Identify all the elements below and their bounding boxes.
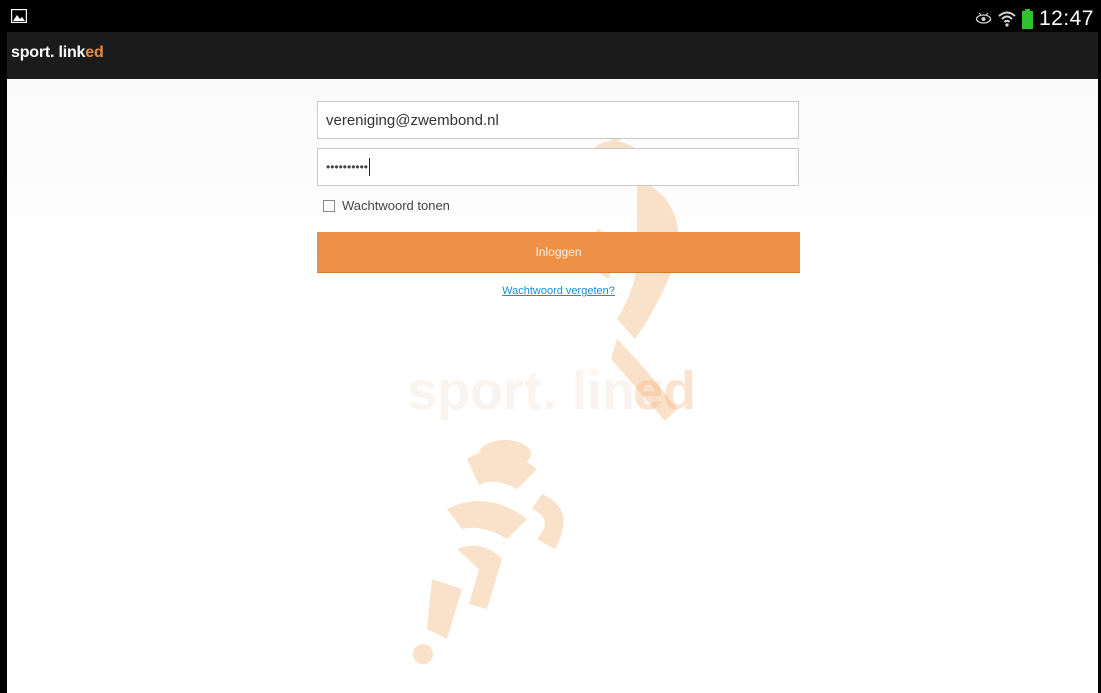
forgot-password-label: Wachtwoord vergeten? xyxy=(502,285,615,297)
watermark-main-text: sport. link xyxy=(407,361,666,421)
status-icons: 12:47 xyxy=(975,6,1094,32)
app-logo[interactable]: sport. linked xyxy=(11,44,104,62)
show-password-checkbox[interactable] xyxy=(323,199,335,212)
wifi-icon xyxy=(998,11,1016,27)
watermark-logo-image: sport. link ed xyxy=(407,121,696,664)
show-password-toggle[interactable]: Wachtwoord tonen xyxy=(323,198,450,213)
text-caret xyxy=(369,158,371,176)
login-button-label: Inloggen xyxy=(535,245,582,259)
login-button[interactable]: Inloggen xyxy=(317,232,800,272)
logo-main-text: sport. link xyxy=(11,44,86,61)
screen-frame: 12:47 sport. linked sport. link ed veren… xyxy=(0,0,1101,693)
password-field[interactable]: •••••••••• xyxy=(317,148,799,186)
login-screen: sport. link ed vereniging@zwembond.nl ••… xyxy=(7,79,1098,693)
app-action-bar: sport. linked xyxy=(7,32,1098,79)
battery-icon xyxy=(1021,9,1033,29)
password-masked-value: •••••••••• xyxy=(326,160,369,174)
email-field[interactable]: vereniging@zwembond.nl xyxy=(317,101,799,139)
logo-accent-text: ed xyxy=(85,44,104,61)
watermark-accent-text: ed xyxy=(633,361,696,421)
email-value: vereniging@zwembond.nl xyxy=(326,111,499,129)
status-clock: 12:47 xyxy=(1038,7,1094,30)
gallery-icon xyxy=(11,9,27,23)
show-password-label: Wachtwoord tonen xyxy=(342,198,450,213)
forgot-password-link[interactable]: Wachtwoord vergeten? xyxy=(317,285,800,297)
eye-icon xyxy=(975,12,992,24)
status-bar: 12:47 xyxy=(7,5,1098,32)
